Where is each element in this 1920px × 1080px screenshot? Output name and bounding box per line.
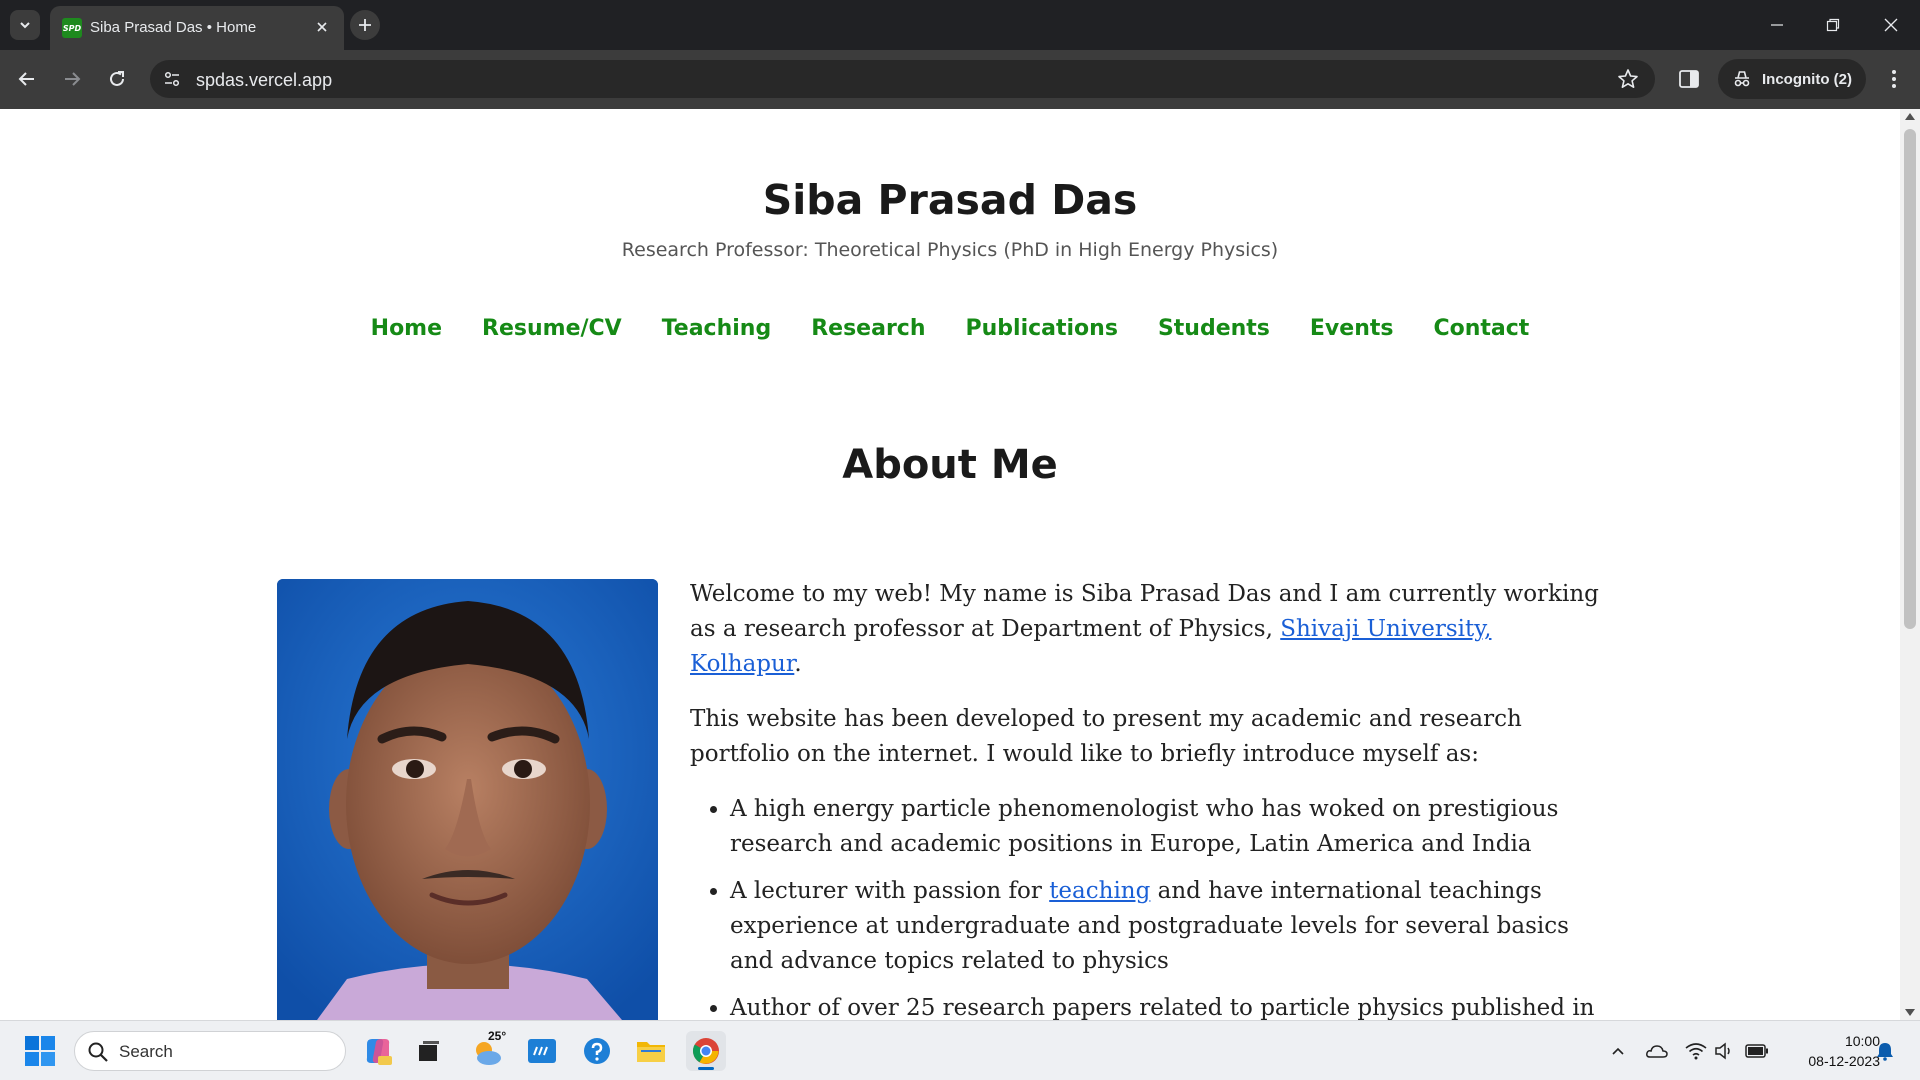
show-hidden-icons-button[interactable]	[1606, 1039, 1630, 1063]
about-heading: About Me	[842, 442, 1058, 488]
more-icon	[1892, 70, 1896, 88]
wifi-icon	[1685, 1043, 1707, 1060]
taskbar-myhp[interactable]	[522, 1031, 562, 1071]
tray-wifi[interactable]	[1684, 1039, 1708, 1063]
list-item: A lecturer with passion for teaching and…	[730, 874, 1610, 979]
search-icon	[88, 1042, 108, 1062]
site-subtitle: Research Professor: Theoretical Physics …	[621, 239, 1279, 261]
reload-icon	[110, 71, 124, 86]
start-button[interactable]	[24, 1035, 56, 1067]
page-viewport: Siba Prasad Das Research Professor: Theo…	[0, 109, 1900, 1020]
nav-link-research[interactable]: Research	[811, 316, 925, 341]
clock-date: 08-12-2023	[1808, 1053, 1880, 1069]
taskbar-clock[interactable]: 10:00 08-12-2023	[1770, 1031, 1880, 1071]
tray-volume[interactable]	[1713, 1039, 1737, 1063]
forward-icon	[65, 72, 81, 86]
list-item: Author of over 25 research papers relate…	[730, 991, 1610, 1020]
teaching-link[interactable]: teaching	[1049, 878, 1150, 904]
main-navigation: Home Resume/CV Teaching Research Publica…	[0, 316, 1900, 341]
incognito-icon	[1734, 71, 1750, 87]
incognito-label: Incognito (2)	[1762, 70, 1852, 88]
tray-battery[interactable]	[1745, 1039, 1769, 1063]
scroll-thumb[interactable]	[1904, 129, 1916, 629]
new-tab-button[interactable]	[350, 10, 380, 40]
taskbar-weather[interactable]: 25°	[468, 1029, 508, 1071]
myhp-icon	[528, 1039, 556, 1063]
tab-close-button[interactable]	[312, 18, 332, 38]
restore-icon	[1826, 18, 1840, 32]
minimize-icon	[1771, 24, 1783, 26]
clock-time: 10:00	[1844, 1033, 1880, 1049]
side-panel-icon	[1679, 70, 1699, 88]
taskbar-chrome[interactable]	[686, 1031, 726, 1071]
help-icon	[584, 1038, 610, 1064]
taskbar-file-explorer[interactable]	[631, 1031, 671, 1071]
browser-toolbar: spdas.vercel.app Incognito (2)	[0, 50, 1920, 109]
taskbar: Search 25° 10:00 08-12-2023	[0, 1020, 1920, 1080]
browser-tab-strip: SPD Siba Prasad Das • Home	[0, 0, 1920, 50]
list-item: A high energy particle phenomenologist w…	[730, 792, 1610, 862]
nav-link-events[interactable]: Events	[1310, 316, 1394, 341]
browser-menu-button[interactable]	[1880, 65, 1908, 98]
notification-button[interactable]	[1873, 1039, 1897, 1063]
scroll-down-arrow[interactable]	[1905, 1009, 1915, 1016]
task-view-icon	[419, 1041, 439, 1061]
windows-logo-icon	[25, 1036, 55, 1066]
tab-search-button[interactable]	[10, 10, 40, 40]
profile-photo	[277, 579, 658, 1020]
bell-icon	[1877, 1043, 1893, 1061]
taskbar-help[interactable]	[577, 1031, 617, 1071]
active-app-indicator	[698, 1067, 714, 1070]
chevron-up-icon	[1612, 1047, 1624, 1055]
site-info-icon	[164, 71, 180, 87]
tab-title: Siba Prasad Das • Home	[90, 19, 257, 36]
incognito-indicator[interactable]: Incognito (2)	[1718, 59, 1866, 99]
taskbar-copilot[interactable]	[358, 1031, 398, 1071]
cloud-icon	[1646, 1045, 1668, 1058]
intro-paragraph: Welcome to my web! My name is Siba Prasa…	[690, 581, 1599, 677]
forward-button[interactable]	[56, 63, 88, 95]
bookmark-button[interactable]	[1617, 68, 1639, 95]
nav-link-resume-cv[interactable]: Resume/CV	[482, 316, 622, 341]
tray-onedrive[interactable]	[1645, 1039, 1669, 1063]
plus-icon	[359, 19, 371, 31]
close-icon	[1884, 18, 1898, 32]
reload-button[interactable]	[101, 63, 133, 95]
chrome-icon	[692, 1038, 719, 1064]
nav-link-contact[interactable]: Contact	[1433, 316, 1529, 341]
address-bar[interactable]: spdas.vercel.app	[150, 60, 1655, 98]
scroll-up-arrow[interactable]	[1905, 113, 1915, 120]
folder-icon	[637, 1042, 665, 1062]
volume-icon	[1715, 1042, 1730, 1060]
side-panel-button[interactable]	[1675, 65, 1703, 98]
nav-link-home[interactable]: Home	[371, 316, 442, 341]
page-scrollbar[interactable]	[1900, 109, 1920, 1020]
window-close-button[interactable]	[1877, 12, 1905, 38]
battery-icon	[1745, 1044, 1768, 1058]
close-icon	[317, 22, 327, 32]
intro-list: A high energy particle phenomenologist w…	[690, 792, 1610, 1020]
minimize-button[interactable]	[1763, 12, 1791, 38]
restore-button[interactable]	[1819, 12, 1847, 38]
about-content: Welcome to my web! My name is Siba Prasa…	[690, 577, 1610, 1020]
taskbar-search[interactable]: Search	[74, 1031, 346, 1071]
taskbar-task-view[interactable]	[409, 1031, 449, 1071]
back-button[interactable]	[11, 63, 43, 95]
back-icon	[18, 72, 34, 86]
site-title: Siba Prasad Das	[762, 176, 1138, 224]
nav-link-students[interactable]: Students	[1158, 316, 1270, 341]
site-info-button[interactable]	[162, 69, 182, 94]
portrait-illustration	[277, 579, 658, 1020]
url-text[interactable]: spdas.vercel.app	[196, 70, 332, 91]
copilot-icon	[366, 1039, 392, 1065]
star-icon	[1618, 69, 1638, 88]
nav-link-teaching[interactable]: Teaching	[662, 316, 772, 341]
taskbar-search-placeholder: Search	[119, 1042, 173, 1061]
portfolio-paragraph: This website has been developed to prese…	[690, 706, 1522, 767]
browser-tab-active[interactable]: SPD Siba Prasad Das • Home	[50, 6, 344, 50]
weather-temperature: 25°	[488, 1029, 507, 1043]
chevron-down-icon	[20, 22, 30, 29]
nav-link-publications[interactable]: Publications	[966, 316, 1118, 341]
site-favicon-icon: SPD	[62, 18, 82, 38]
